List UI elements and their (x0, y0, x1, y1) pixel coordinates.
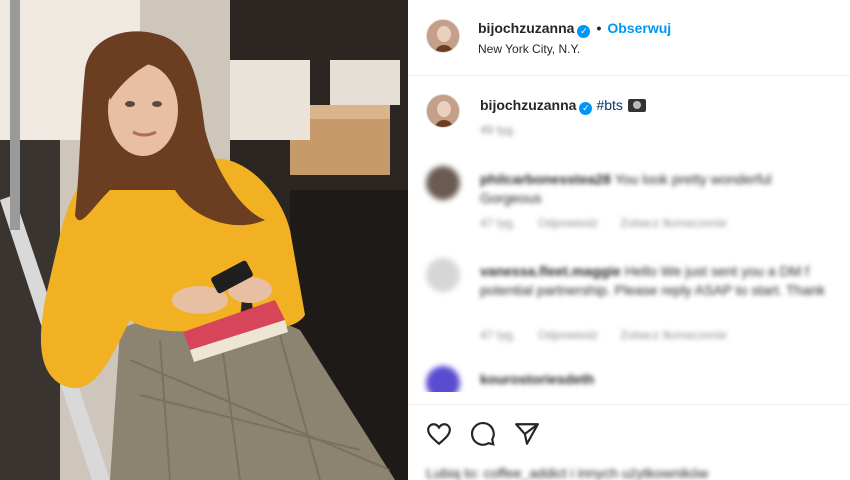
comment-time: 47 tyg. (480, 328, 517, 342)
comment-meta: 47 tyg. Odpowiedz Zobacz tłumaczenie (480, 328, 749, 342)
comment-avatar[interactable] (426, 366, 460, 392)
comment-meta: 47 tyg. Odpowiedz Zobacz tłumaczenie (480, 216, 749, 230)
separator-dot: • (596, 20, 602, 36)
camera-emoji (627, 99, 646, 112)
caption-line: bijochzuzanna ✓ #bts (480, 97, 646, 115)
comment-username[interactable]: kourostoriesdeth (480, 371, 594, 387)
post-caption: bijochzuzanna ✓ #bts 49 tyg. (408, 88, 850, 148)
post-details-panel: bijochzuzanna ✓ • Obserwuj New York City, N… (408, 0, 850, 480)
caption-avatar[interactable] (426, 94, 460, 128)
comment-avatar[interactable] (426, 258, 460, 292)
comment-icon[interactable] (470, 421, 496, 447)
action-bar: Lubią to: coffee_addict i innych użytkow… (408, 404, 850, 480)
caption-time: 49 tyg. (480, 123, 517, 137)
comment-text: philcarbonesstea28 You look pretty wonder… (480, 170, 850, 208)
reply-button[interactable]: Odpowiedz (538, 216, 598, 230)
likes-summary[interactable]: Lubią to: coffee_addict i innych użytkow… (426, 465, 708, 480)
caption-hashtag[interactable]: #bts (596, 97, 622, 113)
verified-icon: ✓ (579, 102, 593, 115)
comment-avatar[interactable] (426, 166, 460, 200)
reply-button[interactable]: Odpowiedz (538, 328, 598, 342)
author-avatar[interactable] (426, 19, 460, 53)
translate-button[interactable]: Zobacz tłumaczenie (620, 328, 727, 342)
comment-time: 47 tyg. (480, 216, 517, 230)
comment-username[interactable]: vanessa.fleet.maggie (480, 263, 621, 279)
comment-body: You look pretty wonderful (614, 171, 772, 187)
post-photo[interactable] (0, 0, 408, 480)
post-image (0, 0, 408, 480)
share-icon[interactable] (514, 421, 540, 447)
comments-list: philcarbonesstea28 You look pretty wonder… (408, 152, 850, 392)
post-header: bijochzuzanna ✓ • Obserwuj New York City, N… (408, 0, 850, 76)
comment-body: Hello We just sent you a DM f (624, 263, 810, 279)
heart-icon[interactable] (426, 421, 452, 447)
comment-body-line2: potential partnership. Please reply ASAP… (480, 282, 826, 298)
location-link[interactable]: New York City, N.Y. (478, 42, 580, 56)
caption-username[interactable]: bijochzuzanna (480, 97, 576, 113)
comment-username[interactable]: philcarbonesstea28 (480, 171, 611, 187)
comment-text: kourostoriesdeth (480, 370, 850, 389)
comment-text: vanessa.fleet.maggie Hello We just sent y… (480, 262, 850, 300)
header-line: bijochzuzanna ✓ • Obserwuj (478, 20, 671, 38)
verified-icon: ✓ (577, 25, 591, 38)
author-username[interactable]: bijochzuzanna (478, 20, 574, 36)
follow-button[interactable]: Obserwuj (607, 20, 671, 36)
translate-button[interactable]: Zobacz tłumaczenie (620, 216, 727, 230)
comment-body-line2: Gorgeous (480, 190, 542, 206)
